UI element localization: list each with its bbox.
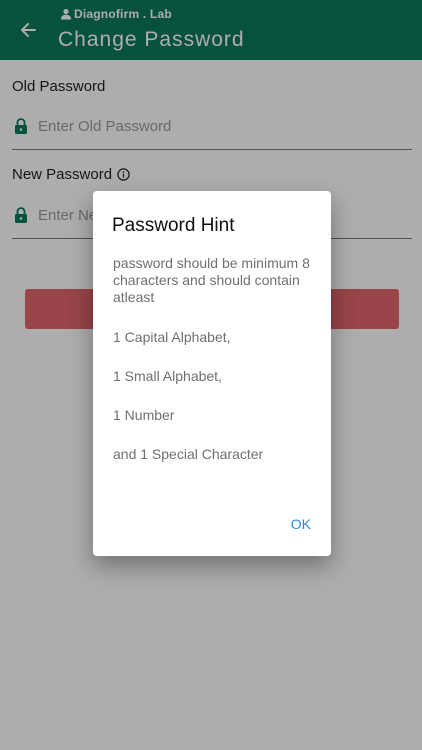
dialog-title: Password Hint bbox=[112, 215, 235, 236]
rule-item: 1 Number bbox=[113, 407, 175, 423]
rule-item: and 1 Special Character bbox=[113, 446, 264, 462]
rule-item: 1 Capital Alphabet, bbox=[113, 329, 231, 345]
dialog-body: password should be minimum 8 characters … bbox=[113, 255, 318, 463]
rule-item: 1 Small Alphabet, bbox=[113, 368, 222, 384]
dialog-intro: password should be minimum 8 characters … bbox=[113, 255, 310, 305]
ok-button[interactable]: OK bbox=[291, 516, 311, 532]
password-hint-dialog: Password Hint password should be minimum… bbox=[93, 191, 331, 556]
